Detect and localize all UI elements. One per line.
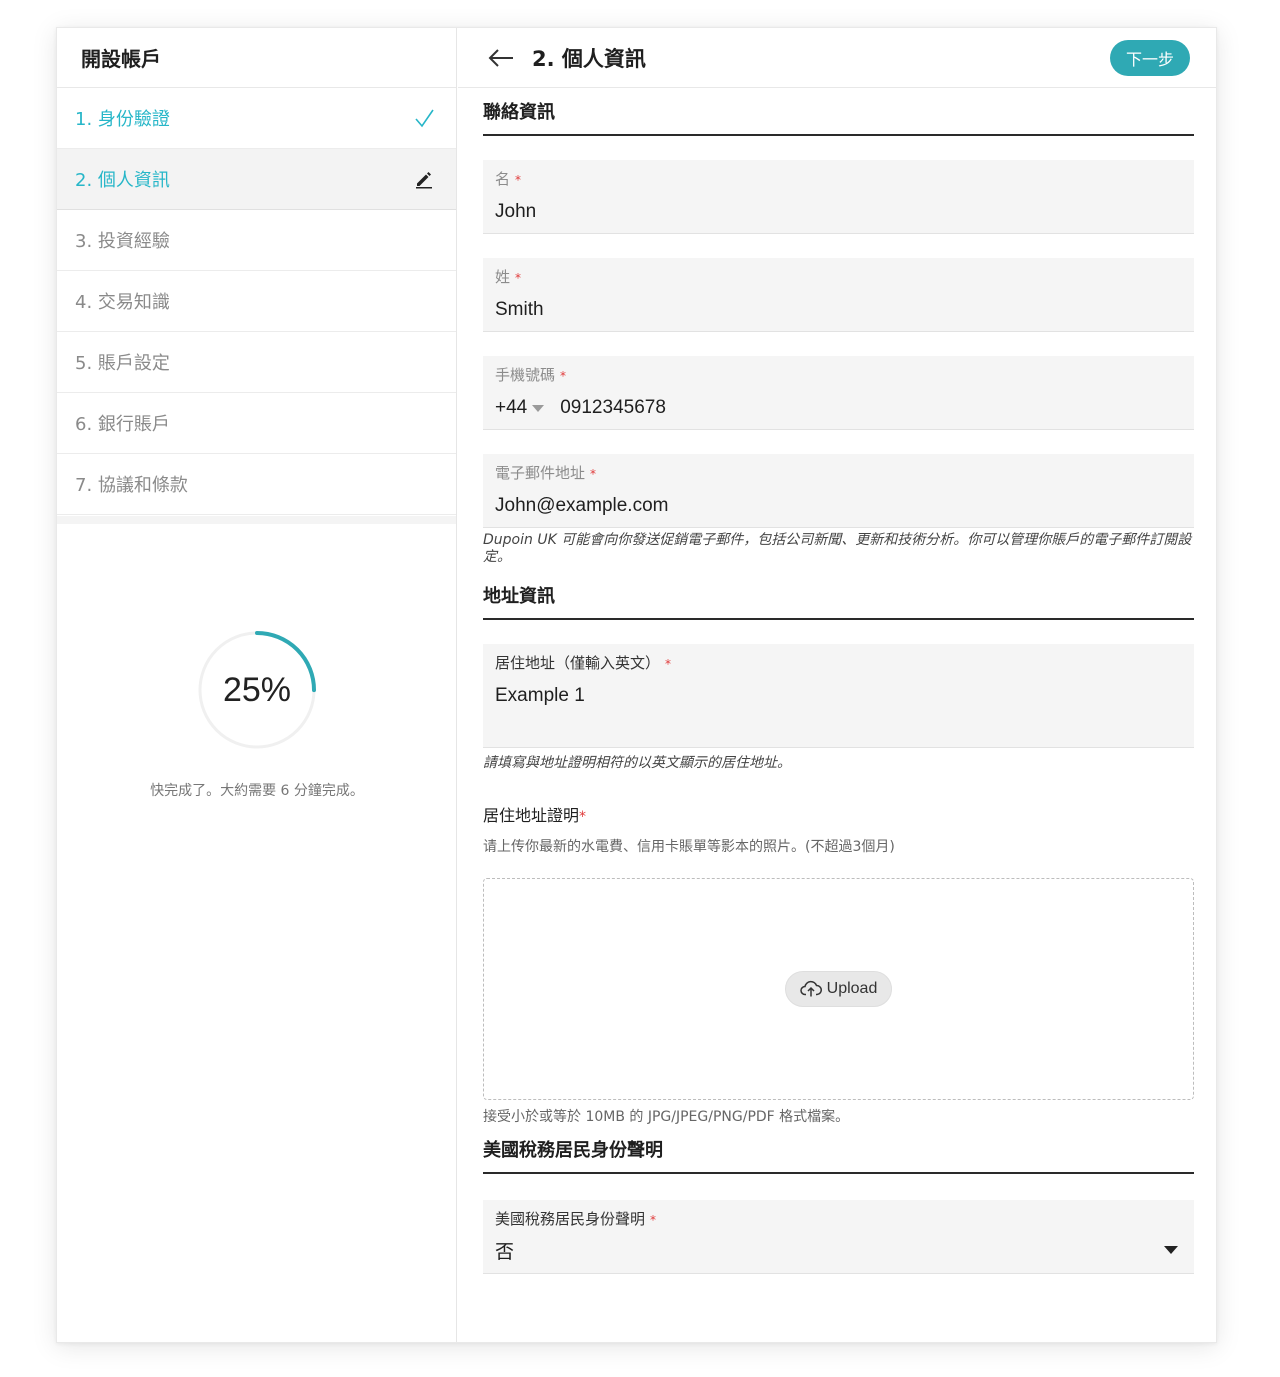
caret-down-icon[interactable] (532, 404, 545, 412)
step-label: 1. 身份驗證 (75, 109, 170, 130)
email-label: 電子郵件地址 * (495, 462, 1182, 483)
page-title: 2. 個人資訊 (532, 46, 646, 71)
required-mark: * (515, 271, 522, 285)
last-name-label-text: 姓 (495, 268, 511, 286)
first-name-value: John (495, 201, 537, 222)
upload-button[interactable]: Upload (784, 971, 893, 1007)
check-icon (412, 106, 436, 130)
email-subscription-note: Dupoin UK 可能會向你發送促銷電子郵件，包括公司新聞、更新和技術分析。你… (483, 532, 1192, 565)
step-label: 4. 交易知識 (75, 292, 170, 313)
first-name-label-text: 名 (495, 170, 511, 188)
step-label: 6. 銀行賬戶 (75, 414, 170, 435)
caret-down-icon[interactable] (1164, 1246, 1178, 1254)
upload-label: Upload (826, 980, 878, 997)
progress-note: 快完成了。大約需要 6 分鐘完成。 (150, 783, 364, 799)
step-personal-info[interactable]: 2. 個人資訊 (57, 149, 456, 210)
phone-label-text: 手機號碼 (495, 366, 556, 384)
phone-field[interactable]: 手機號碼 * +44 0912345678 (483, 356, 1194, 430)
required-mark: * (560, 369, 567, 383)
step-label: 3. 投資經驗 (75, 231, 170, 252)
step-identity-verification[interactable]: 1. 身份驗證 (57, 88, 456, 149)
main-panel: 2. 個人資訊 下一步 聯絡資訊 名 * John 姓 * Smith 手機號碼 * … (458, 28, 1216, 1342)
step-account-settings[interactable]: 5. 賬戶設定 (57, 332, 456, 393)
first-name-label: 名 * (495, 168, 1182, 189)
residential-address-note: 請填寫與地址證明相符的以英文顯示的居住地址。 (483, 755, 791, 771)
required-mark: * (515, 173, 522, 187)
progress-percent: 25% (222, 670, 292, 709)
residential-address-value: Example 1 (495, 685, 585, 706)
sidebar-title: 開設帳戶 (81, 47, 161, 71)
country-code-select[interactable]: +44 (495, 397, 527, 419)
phone-number-value: 0912345678 (560, 397, 666, 418)
last-name-field[interactable]: 姓 * Smith (483, 258, 1194, 332)
contact-section-title: 聯絡資訊 (483, 88, 1194, 136)
back-arrow-icon[interactable] (486, 43, 516, 73)
email-field[interactable]: 電子郵件地址 * John@example.com (483, 454, 1194, 528)
step-trading-knowledge[interactable]: 4. 交易知識 (57, 271, 456, 332)
residential-address-label-text: 居住地址（僅輸入英文） (495, 654, 661, 672)
first-name-field[interactable]: 名 * John (483, 160, 1194, 234)
step-investment-experience[interactable]: 3. 投資經驗 (57, 210, 456, 271)
required-mark: * (665, 657, 672, 671)
step-agreements-terms[interactable]: 7. 協議和條款 (57, 454, 456, 515)
phone-row: +44 0912345678 (495, 397, 1182, 419)
last-name-label: 姓 * (495, 266, 1182, 287)
step-label: 7. 協議和條款 (75, 475, 188, 496)
us-tax-label: 美國稅務居民身份聲明 * (495, 1208, 1182, 1229)
email-value: John@example.com (495, 495, 669, 516)
upload-dropzone[interactable]: Upload (483, 878, 1194, 1100)
step-bank-account[interactable]: 6. 銀行賬戶 (57, 393, 456, 454)
account-opening-card: 開設帳戶 1. 身份驗證 2. 個人資訊 3. 投資經驗 4. 交易知識 5. … (56, 27, 1217, 1343)
progress-ring: 25% (197, 630, 317, 750)
required-mark: * (579, 809, 587, 825)
email-label-text: 電子郵件地址 (495, 464, 586, 482)
us-tax-label-text: 美國稅務居民身份聲明 (495, 1210, 646, 1228)
sidebar: 開設帳戶 1. 身份驗證 2. 個人資訊 3. 投資經驗 4. 交易知識 5. … (57, 28, 457, 1342)
next-step-button[interactable]: 下一步 (1110, 39, 1190, 76)
us-tax-section-title: 美國稅務居民身份聲明 (483, 1126, 1194, 1174)
required-mark: * (650, 1213, 657, 1227)
cloud-upload-icon (799, 980, 822, 997)
us-tax-declaration-select[interactable]: 美國稅務居民身份聲明 * 否 (483, 1200, 1194, 1274)
personal-info-form: 聯絡資訊 名 * John 姓 * Smith 手機號碼 * +44 09123456… (483, 88, 1194, 1274)
residential-address-field[interactable]: 居住地址（僅輸入英文） * Example 1 (483, 644, 1194, 748)
step-label: 2. 個人資訊 (75, 170, 170, 191)
last-name-value: Smith (495, 299, 544, 320)
required-mark: * (590, 467, 597, 481)
pencil-icon (412, 167, 436, 191)
progress-panel: 25% 快完成了。大約需要 6 分鐘完成。 (57, 516, 456, 1342)
address-proof-label-text: 居住地址證明 (483, 806, 580, 825)
residential-address-label: 居住地址（僅輸入英文） * (495, 652, 1182, 673)
address-section-title: 地址資訊 (483, 572, 1194, 620)
us-tax-value: 否 (495, 1242, 515, 1263)
address-proof-label: 居住地址證明* (483, 802, 1194, 826)
step-list: 1. 身份驗證 2. 個人資訊 3. 投資經驗 4. 交易知識 5. 賬戶設定 (57, 88, 456, 515)
sidebar-header: 開設帳戶 (57, 28, 456, 88)
main-header: 2. 個人資訊 下一步 (458, 28, 1216, 88)
address-proof-help: 请上传你最新的水電費、信用卡賬單等影本的照片。(不超過3個月) (483, 839, 895, 855)
phone-label: 手機號碼 * (495, 364, 1182, 385)
upload-format-note: 接受小於或等於 10MB 的 JPG/JPEG/PNG/PDF 格式檔案。 (483, 1109, 850, 1125)
step-label: 5. 賬戶設定 (75, 353, 170, 374)
